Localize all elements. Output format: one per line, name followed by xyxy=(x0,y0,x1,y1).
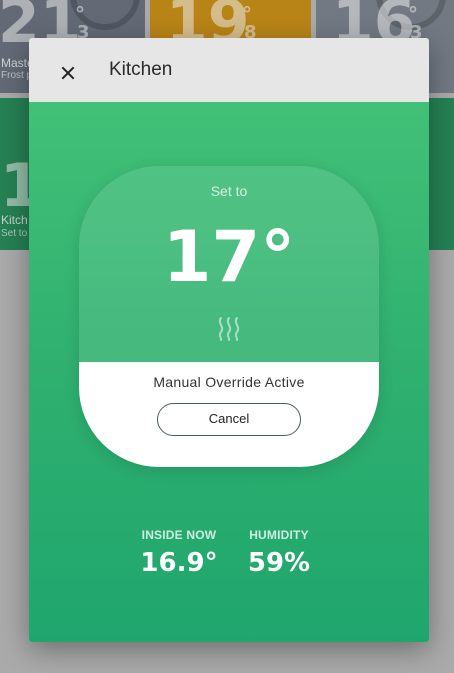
zone-dialog: Kitchen Set to 17° Manual Override Activ… xyxy=(29,38,429,642)
humidity-reading: HUMIDITY 59% xyxy=(245,528,313,578)
humidity-value: 59% xyxy=(247,548,311,578)
dialog-header: Kitchen xyxy=(29,38,429,102)
close-icon[interactable] xyxy=(55,60,81,86)
override-status: Manual Override Active xyxy=(153,374,305,390)
heat-waves-icon xyxy=(218,317,240,341)
set-to-label: Set to xyxy=(210,183,248,199)
humidity-label: HUMIDITY xyxy=(249,528,309,542)
inside-reading: INSIDE NOW 16.9° xyxy=(139,528,219,578)
inside-label: INSIDE NOW xyxy=(141,528,217,542)
thermostat-card: Set to 17° Manual Override Active Cancel xyxy=(79,166,379,467)
override-panel: Manual Override Active Cancel xyxy=(79,362,379,467)
dialog-title: Kitchen xyxy=(109,59,173,80)
cancel-override-button[interactable]: Cancel xyxy=(157,403,301,436)
setpoint-value: 17° xyxy=(162,216,296,298)
setpoint-panel: Set to 17° xyxy=(79,166,379,362)
inside-value: 16.9° xyxy=(140,548,218,578)
